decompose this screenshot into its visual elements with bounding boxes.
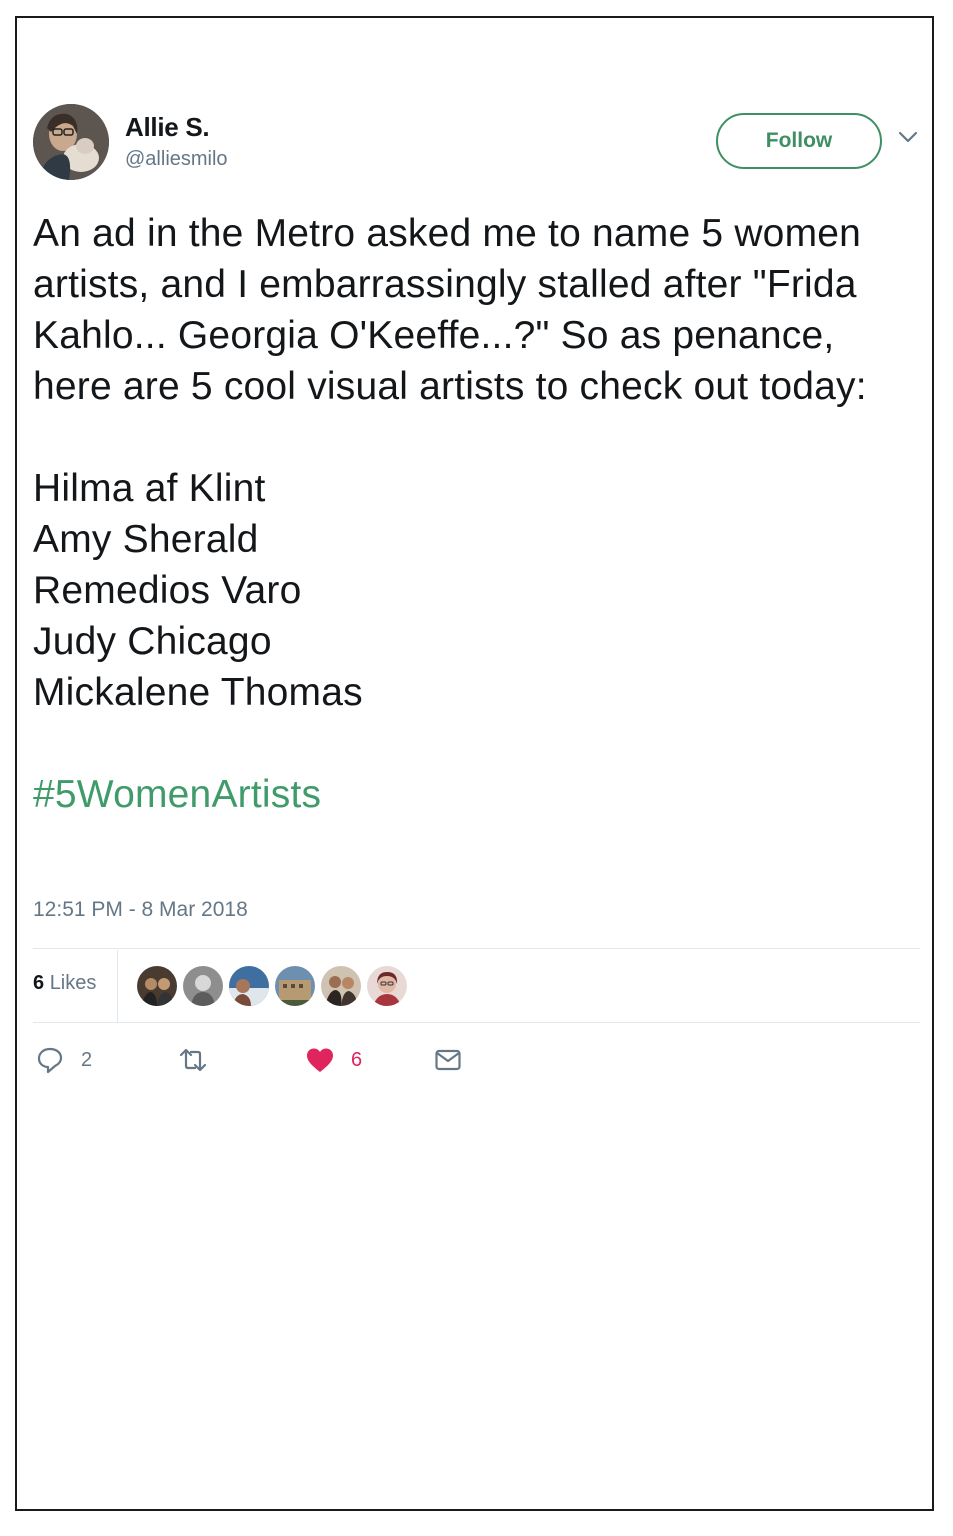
direct-message-button[interactable]: [433, 1040, 463, 1080]
artist-name: Mickalene Thomas: [33, 671, 363, 714]
reply-count: 2: [81, 1048, 93, 1071]
chevron-down-icon[interactable]: [895, 124, 921, 150]
liker-avatar[interactable]: [275, 966, 315, 1006]
tweet-actions: 2 6: [33, 1040, 920, 1080]
artist-name: Remedios Varo: [33, 569, 302, 612]
display-name[interactable]: Allie S.: [125, 112, 210, 143]
retweet-button[interactable]: [178, 1040, 224, 1080]
stats-separator: [117, 950, 118, 1022]
liker-avatar[interactable]: [321, 966, 361, 1006]
divider: [33, 948, 920, 949]
user-handle[interactable]: @alliesmilo: [125, 148, 228, 171]
liker-avatar[interactable]: [137, 966, 177, 1006]
liker-avatars: [137, 966, 413, 1006]
artist-name: Judy Chicago: [33, 620, 272, 663]
retweet-icon: [179, 1048, 207, 1072]
liker-avatar[interactable]: [367, 966, 407, 1006]
tweet-body: An ad in the Metro asked me to name 5 wo…: [33, 208, 923, 820]
artist-name: Hilma af Klint: [33, 467, 266, 510]
tweet-card: Allie S. @alliesmilo Follow An ad in the…: [15, 16, 934, 1511]
heart-icon: [307, 1048, 333, 1072]
artist-name: Amy Sherald: [33, 518, 259, 561]
liker-avatar[interactable]: [183, 966, 223, 1006]
user-avatar[interactable]: [33, 104, 109, 180]
likes-number: 6: [33, 972, 45, 994]
avatar-image: [33, 104, 109, 180]
tweet-timestamp[interactable]: 12:51 PM - 8 Mar 2018: [33, 898, 248, 922]
reply-button[interactable]: 2: [35, 1040, 92, 1080]
artist-list: Hilma af Klint Amy Sherald Remedios Varo…: [33, 463, 923, 718]
tweet-stats: 6 Likes: [33, 950, 920, 1022]
tweet-header: Allie S. @alliesmilo Follow: [33, 104, 920, 186]
divider: [33, 1022, 920, 1023]
likes-label: Likes: [49, 972, 97, 994]
like-count: 6: [351, 1048, 363, 1071]
reply-icon: [37, 1047, 63, 1074]
likes-count[interactable]: 6 Likes: [33, 972, 96, 995]
liker-avatar[interactable]: [229, 966, 269, 1006]
hashtag-link[interactable]: #5WomenArtists: [33, 769, 923, 820]
like-button[interactable]: 6: [305, 1040, 362, 1080]
follow-button[interactable]: Follow: [716, 113, 882, 169]
tweet-intro-text: An ad in the Metro asked me to name 5 wo…: [33, 212, 867, 408]
envelope-icon: [435, 1049, 461, 1071]
